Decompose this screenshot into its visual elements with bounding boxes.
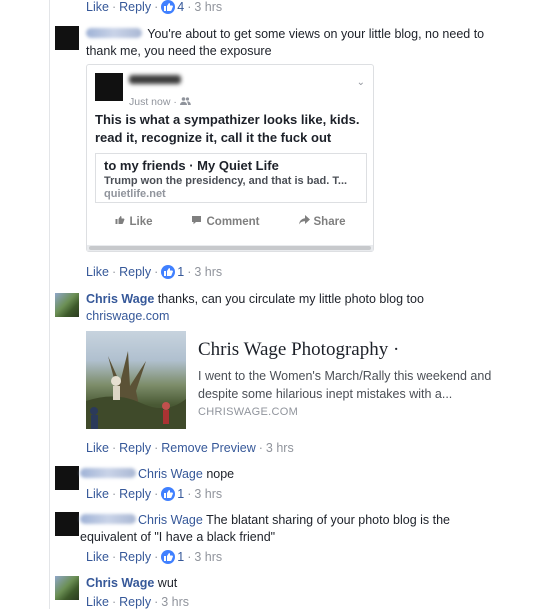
comment-body: Chris Wage The blatant sharing of your p… <box>80 512 500 546</box>
comment-body: Chris Wage wut <box>86 575 506 592</box>
thread-line <box>49 0 50 609</box>
post-comment-button[interactable]: Comment <box>191 215 260 228</box>
timestamp[interactable]: 3 hrs <box>194 487 222 501</box>
redacted-author-name[interactable] <box>86 28 142 38</box>
shared-post-avatar[interactable] <box>95 73 123 101</box>
timestamp[interactable]: 3 hrs <box>266 441 294 455</box>
timestamp[interactable]: 3 hrs <box>194 550 222 564</box>
redacted-author-name[interactable] <box>80 514 136 524</box>
separator: · <box>111 487 117 501</box>
like-link[interactable]: Like <box>86 265 109 279</box>
post-share-label: Share <box>313 215 346 228</box>
reply-link[interactable]: Reply <box>119 441 151 455</box>
reply-link[interactable]: Reply <box>119 265 151 279</box>
avatar[interactable] <box>55 293 79 317</box>
comment-actions: Like · Reply · 3 hrs <box>86 595 189 609</box>
separator: · <box>111 441 117 455</box>
redacted-poster-name[interactable] <box>129 75 181 84</box>
comment-author[interactable]: Chris Wage <box>138 467 203 481</box>
reply-link[interactable]: Reply <box>119 487 151 501</box>
comment-body: Chris Wage nope <box>80 466 500 483</box>
preview-host: CHRISWAGE.COM <box>198 406 299 418</box>
post-share-button[interactable]: Share <box>298 214 346 228</box>
thumbs-up-icon[interactable] <box>161 487 176 501</box>
shared-post-meta: Just now · <box>129 96 191 108</box>
avatar[interactable] <box>55 512 79 536</box>
comment-author[interactable]: Chris Wage <box>138 513 203 527</box>
timestamp[interactable]: 3 hrs <box>194 265 222 279</box>
comment-text: You're about to get some views on your l… <box>86 27 485 58</box>
comment-actions: Like · Reply · 1 · 3 hrs <box>86 265 222 279</box>
thumbs-up-icon[interactable] <box>161 265 176 279</box>
separator: · <box>187 487 192 501</box>
separator: · <box>154 441 159 455</box>
separator: · <box>111 550 117 564</box>
reply-link[interactable]: Reply <box>119 0 151 14</box>
post-time[interactable]: Just now · <box>129 96 177 108</box>
post-comment-label: Comment <box>206 215 260 228</box>
timestamp[interactable]: 3 hrs <box>161 595 189 609</box>
post-action-bar: Like Comment Share <box>95 210 365 232</box>
comment-actions: Like · Reply · 1 · 3 hrs <box>86 487 222 501</box>
separator: · <box>111 0 117 14</box>
timestamp[interactable]: 3 hrs <box>194 0 222 14</box>
shared-link-title[interactable]: to my friends · My Quiet Life <box>104 158 279 173</box>
shared-post-card[interactable]: Just now · ⌄ This is what a sympathizer … <box>86 64 374 252</box>
avatar[interactable] <box>55 466 79 490</box>
separator: · <box>111 595 117 609</box>
comment-author[interactable]: Chris Wage <box>86 292 154 306</box>
share-arrow-icon <box>298 214 310 228</box>
scrollbar-thumb[interactable] <box>89 246 371 250</box>
redacted-author-name[interactable] <box>80 468 136 478</box>
like-link[interactable]: Like <box>86 487 109 501</box>
separator: · <box>154 595 159 609</box>
reply-link[interactable]: Reply <box>119 595 151 609</box>
preview-description: I went to the Women's March/Rally this w… <box>198 369 492 401</box>
link-preview[interactable]: Chris Wage Photography · I went to the W… <box>86 331 506 429</box>
comment-text: thanks, can you circulate my little phot… <box>157 292 424 306</box>
comment-text: nope <box>206 467 235 481</box>
separator: · <box>187 0 192 14</box>
shared-post-text: This is what a sympathizer looks like, k… <box>95 112 360 145</box>
chevron-down-icon[interactable]: ⌄ <box>357 77 365 88</box>
separator: · <box>154 265 159 279</box>
reply-link[interactable]: Reply <box>119 550 151 564</box>
friends-icon <box>179 96 191 108</box>
comment-actions: Like · Reply · 1 · 3 hrs <box>86 550 222 564</box>
comment-link[interactable]: chriswage.com <box>86 309 169 323</box>
comment-body: You're about to get some views on your l… <box>86 26 506 60</box>
separator: · <box>154 487 159 501</box>
comment-text: wut <box>157 576 178 590</box>
avatar[interactable] <box>55 26 79 50</box>
post-like-label: Like <box>129 215 153 228</box>
separator: · <box>154 0 159 14</box>
preview-title[interactable]: Chris Wage Photography · <box>198 339 399 361</box>
thumbs-up-icon[interactable] <box>161 550 176 564</box>
post-like-button[interactable]: Like <box>114 215 153 228</box>
separator: · <box>187 550 192 564</box>
like-link[interactable]: Like <box>86 595 109 609</box>
separator: · <box>258 441 263 455</box>
comment-body: Chris Wage thanks, can you circulate my … <box>86 291 506 325</box>
comment-actions: Like · Reply · 4 · 3 hrs <box>86 0 222 14</box>
thumbs-up-icon <box>114 215 125 228</box>
comment-bubble-icon <box>191 215 202 228</box>
like-link[interactable]: Like <box>86 550 109 564</box>
like-link[interactable]: Like <box>86 441 109 455</box>
shared-link-box[interactable]: to my friends · My Quiet Life Trump won … <box>95 153 367 203</box>
avatar[interactable] <box>55 576 79 600</box>
preview-thumbnail[interactable] <box>86 331 186 429</box>
comment-actions: Like · Reply · Remove Preview · 3 hrs <box>86 441 294 455</box>
separator: · <box>111 265 117 279</box>
shared-link-host: quietlife.net <box>104 188 166 200</box>
like-link[interactable]: Like <box>86 0 109 14</box>
separator: · <box>187 265 192 279</box>
remove-preview-link[interactable]: Remove Preview <box>161 441 255 455</box>
shared-link-description: Trump won the presidency, and that is ba… <box>104 175 348 187</box>
thumbs-up-icon[interactable] <box>161 0 176 14</box>
horizontal-scrollbar[interactable] <box>87 245 373 251</box>
separator: · <box>154 550 159 564</box>
comment-thread: Like · Reply · 4 · 3 hrs You're about to get s… <box>0 0 552 609</box>
comment-author[interactable]: Chris Wage <box>86 576 154 590</box>
